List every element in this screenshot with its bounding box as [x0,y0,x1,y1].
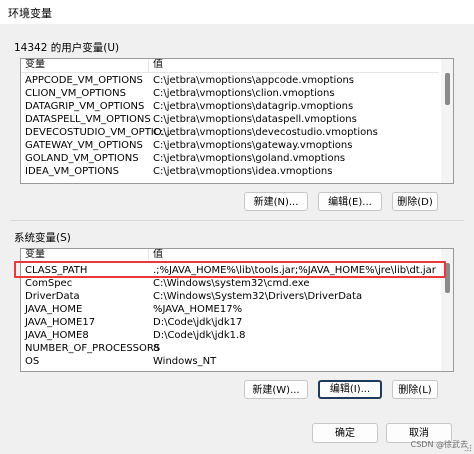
var-name: JAVA_HOME [25,304,83,315]
var-value: D:\Code\jdk\jdk1.8 [153,330,246,341]
var-name: DEVECOSTUDIO_VM_OPTIO... [25,127,171,138]
title-bar: 环境变量 [0,0,474,24]
var-value: Windows_NT [153,356,217,367]
var-value: C:\jetbra\vmoptions\gateway.vmoptions [153,140,353,151]
table-row[interactable]: DriverData C:\Windows\System32\Drivers\D… [21,290,439,303]
var-name: DATAGRIP_VM_OPTIONS [25,101,145,112]
table-row[interactable]: JAVA_HOME17 D:\Code\jdk\jdk17 [21,316,439,329]
var-value: %JAVA_HOME17% [153,304,243,315]
col-header-value[interactable]: 值 [153,59,163,71]
var-name: CLION_VM_OPTIONS [25,88,126,99]
user-vars-label: 14342 的用户变量(U) [14,42,120,54]
section-divider [10,220,464,221]
column-separator[interactable] [148,59,149,72]
system-edit-button[interactable]: 编辑(I)... [318,380,382,399]
var-name: GOLAND_VM_OPTIONS [25,153,139,164]
var-value: C:\Windows\system32\cmd.exe [153,278,310,289]
table-row[interactable]: DATASPELL_VM_OPTIONS C:\jetbra\vmoptions… [21,113,439,126]
col-header-value[interactable]: 值 [153,249,163,261]
var-value: C:\jetbra\vmoptions\clion.vmoptions [153,88,335,99]
table-row[interactable]: GATEWAY_VM_OPTIONS C:\jetbra\vmoptions\g… [21,139,439,152]
user-vars-list[interactable]: 变量 值 APPCODE_VM_OPTIONS C:\jetbra\vmopti… [20,58,454,184]
user-delete-button[interactable]: 删除(D) [392,192,438,211]
var-name: APPCODE_VM_OPTIONS [25,75,143,86]
var-name: GATEWAY_VM_OPTIONS [25,140,143,151]
ok-button[interactable]: 确定 [312,423,378,443]
var-value: C:\jetbra\vmoptions\dataspell.vmoptions [153,114,357,125]
var-name: IDEA_VM_OPTIONS [25,166,119,177]
table-row[interactable]: CLION_VM_OPTIONS C:\jetbra\vmoptions\cli… [21,87,439,100]
table-row[interactable]: DATAGRIP_VM_OPTIONS C:\jetbra\vmoptions\… [21,100,439,113]
var-value: C:\jetbra\vmoptions\appcode.vmoptions [153,75,354,86]
table-row[interactable]: NUMBER_OF_PROCESSORS 8 [21,342,439,355]
table-row[interactable]: JAVA_HOME %JAVA_HOME17% [21,303,439,316]
col-header-name[interactable]: 变量 [25,249,45,261]
var-value: C:\jetbra\vmoptions\idea.vmoptions [153,166,333,177]
var-name: DATASPELL_VM_OPTIONS [25,114,151,125]
var-name: DriverData [25,291,80,302]
scroll-thumb[interactable] [445,73,450,105]
system-delete-button[interactable]: 删除(L) [392,380,438,399]
var-value: C:\Windows\System32\Drivers\DriverData [153,291,363,302]
var-value: C:\jetbra\vmoptions\goland.vmoptions [153,153,346,164]
var-value: 8 [153,343,160,354]
user-edit-button[interactable]: 编辑(E)... [318,192,382,211]
user-new-button[interactable]: 新建(N)... [244,192,308,211]
var-name: JAVA_HOME8 [25,330,89,341]
table-row[interactable]: JAVA_HOME8 D:\Code\jdk\jdk1.8 [21,329,439,342]
var-name: JAVA_HOME17 [25,317,96,328]
system-new-button[interactable]: 新建(W)... [244,380,308,399]
table-row[interactable]: DEVECOSTUDIO_VM_OPTIO... C:\jetbra\vmopt… [21,126,439,139]
window-title: 环境变量 [8,7,52,20]
table-row[interactable]: IDEA_VM_OPTIONS C:\jetbra\vmoptions\idea… [21,165,439,178]
var-value: C:\jetbra\vmoptions\devecostudio.vmoptio… [153,127,378,138]
user-vars-scrollbar[interactable] [441,59,453,183]
user-vars-header: 变量 值 [21,59,439,73]
var-value: C:\jetbra\vmoptions\datagrip.vmoptions [153,101,354,112]
var-name: ComSpec [25,278,73,289]
table-row[interactable]: APPCODE_VM_OPTIONS C:\jetbra\vmoptions\a… [21,74,439,87]
col-header-name[interactable]: 变量 [25,59,45,71]
var-name: OS [25,356,40,367]
system-vars-label: 系统变量(S) [14,232,71,244]
var-name: NUMBER_OF_PROCESSORS [25,343,161,354]
resize-grip-icon[interactable] [464,444,472,452]
annotation-highlight [14,261,446,278]
table-row[interactable]: GOLAND_VM_OPTIONS C:\jetbra\vmoptions\go… [21,152,439,165]
var-value: D:\Code\jdk\jdk17 [153,317,243,328]
table-row[interactable]: OS Windows_NT [21,355,439,368]
table-row[interactable]: ComSpec C:\Windows\system32\cmd.exe [21,277,439,290]
watermark: CSDN @徐武去 [410,440,468,449]
